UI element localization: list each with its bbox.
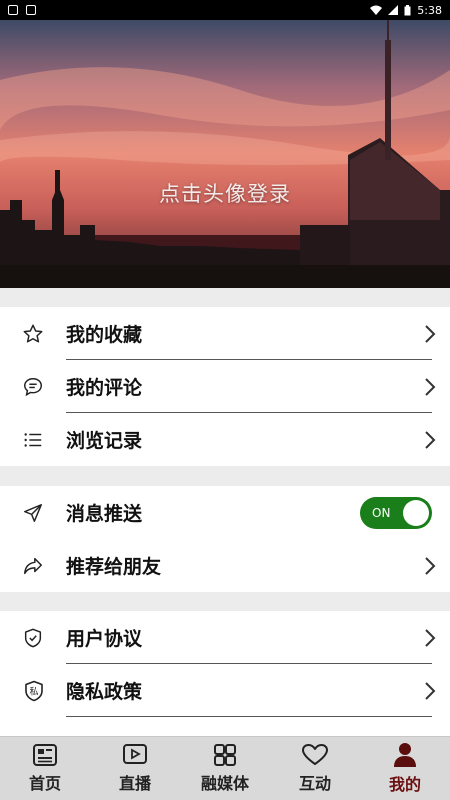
chevron-right-icon (425, 556, 436, 575)
menu-section-legal: 用户协议 私 隐私政策 (0, 611, 450, 736)
nav-label: 首页 (28, 774, 61, 793)
shield-check-icon (24, 628, 42, 647)
toggle-knob (403, 499, 429, 526)
shield-badge-text: 私 (29, 686, 38, 697)
chevron-right-icon (425, 324, 436, 343)
notification-icon (8, 5, 18, 15)
battery-icon (404, 4, 411, 15)
menu-item-label: 我的收藏 (66, 324, 143, 346)
city-sunset-image (0, 20, 450, 288)
menu-item-label: 隐私政策 (66, 681, 143, 703)
divider (66, 716, 432, 717)
status-time: 5:38 (417, 3, 442, 17)
nav-home[interactable]: 首页 (0, 737, 90, 800)
nav-label: 直播 (118, 774, 151, 793)
nav-media[interactable]: 融媒体 (180, 737, 270, 800)
menu-item-label: 用户协议 (66, 628, 143, 650)
person-icon (394, 743, 416, 767)
menu-item-comments[interactable]: 我的评论 (0, 360, 450, 413)
nav-label: 我的 (388, 775, 421, 794)
chevron-right-icon (425, 628, 436, 647)
nav-label: 互动 (298, 774, 331, 793)
chevron-right-icon (425, 430, 436, 449)
menu-item-label: 我的评论 (66, 377, 143, 399)
login-prompt[interactable]: 点击头像登录 (0, 178, 450, 208)
send-icon (24, 503, 42, 522)
heart-icon (302, 744, 328, 765)
share-icon (24, 557, 42, 574)
menu-item-favorites[interactable]: 我的收藏 (0, 307, 450, 360)
status-bar: 5:38 (0, 0, 450, 20)
comment-icon (24, 377, 42, 396)
star-icon (23, 324, 43, 343)
notification-icon (26, 5, 36, 15)
profile-banner[interactable]: 点击头像登录 (0, 20, 450, 288)
menu-section-notifications: 消息推送 ON 推荐给朋友 (0, 486, 450, 592)
menu-item-label: 浏览记录 (66, 430, 143, 452)
shield-private-icon: 私 (25, 680, 43, 701)
nav-live[interactable]: 直播 (90, 737, 180, 800)
nav-interact[interactable]: 互动 (270, 737, 360, 800)
push-toggle[interactable]: ON (360, 496, 432, 529)
grid-icon (214, 744, 236, 766)
menu-item-history[interactable]: 浏览记录 (0, 413, 450, 466)
video-icon (123, 744, 147, 764)
nav-mine[interactable]: 我的 (360, 737, 450, 800)
menu-item-label: 消息推送 (66, 503, 143, 525)
nav-label: 融媒体 (200, 774, 249, 793)
menu-item-recommend[interactable]: 推荐给朋友 (0, 539, 450, 592)
toggle-state-label: ON (372, 505, 391, 520)
chevron-right-icon (425, 681, 436, 700)
wifi-icon (370, 5, 383, 15)
news-icon (33, 744, 57, 766)
list-icon (24, 432, 42, 447)
bottom-nav: 首页 直播 融媒体 互动 我的 (0, 736, 450, 800)
signal-icon (388, 5, 399, 15)
chevron-right-icon (425, 377, 436, 396)
menu-item-push: 消息推送 ON (0, 486, 450, 539)
menu-item-privacy-policy[interactable]: 私 隐私政策 (0, 664, 450, 717)
menu-item-user-agreement[interactable]: 用户协议 (0, 611, 450, 664)
menu-section-personal: 我的收藏 我的评论 浏览记录 (0, 307, 450, 466)
menu-item-label: 推荐给朋友 (66, 556, 162, 578)
